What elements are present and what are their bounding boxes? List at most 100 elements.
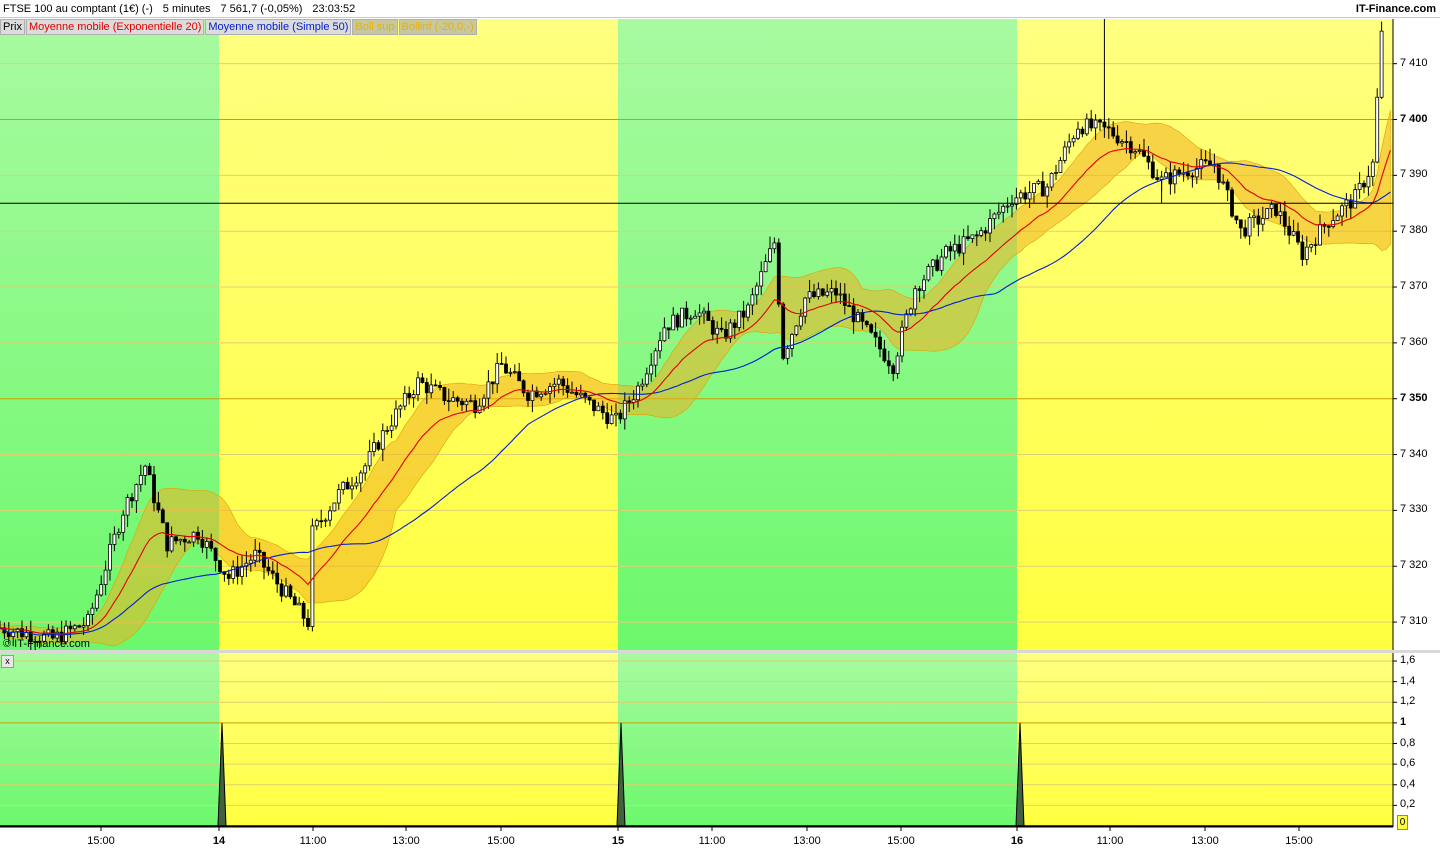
candle-body [614,412,618,416]
candle-body [213,547,218,562]
candle-body [992,213,997,220]
candle-body [231,566,236,579]
candle-body [961,236,966,254]
candle-body [754,285,759,296]
candle-body [460,400,464,406]
y-sub-tick-label: 1,6 [1400,654,1416,666]
candle-body [543,392,548,395]
candle [794,325,799,337]
candle-body [160,509,165,524]
x-tick-label: 13:00 [392,835,420,847]
candle-body [935,259,940,271]
candle-body [112,533,117,545]
candle-body [1111,127,1116,137]
candle-body [1331,220,1336,228]
candle-body [1106,126,1111,129]
candle-body [662,327,667,342]
candle-body [1375,96,1380,163]
candle-body [1067,141,1072,148]
close-subpanel-button[interactable]: x [1,655,14,668]
candle-body [420,377,425,383]
candle-body [1142,150,1146,157]
brand-label[interactable]: IT-Finance.com [1356,3,1436,15]
y-sub-tick-label: 0,4 [1400,777,1416,790]
candle-body [468,400,473,403]
candle-body [385,429,390,432]
candle-body [319,520,324,523]
x-tick-label: 11:00 [698,835,726,847]
candle-body [552,383,557,388]
legend-sma[interactable]: Moyenne mobile (Simple 50) [205,19,352,35]
candle [1379,21,1384,99]
candle-body [1128,141,1133,154]
candle-body [864,320,869,326]
candle-body [952,243,957,252]
candle-body [499,363,504,365]
candle-body [1084,118,1089,135]
candle-body [1137,150,1142,153]
candle-body [1362,182,1366,188]
y-main-tick-label: 7 340 [1400,447,1428,460]
candle-body [152,474,156,504]
candle-body [279,583,284,597]
legend-ema[interactable]: Moyenne mobile (Exponentielle 20) [25,19,205,35]
x-tick-label: 11:00 [1096,835,1124,847]
candle-body [341,481,346,490]
candle-body [103,569,108,586]
candle-body [411,394,416,398]
y-main-tick-label: 7 380 [1400,224,1428,237]
candle-body [715,327,720,335]
candle-body [680,307,684,328]
candle-body [1054,172,1058,174]
candle-body [125,497,130,516]
legend-boll-sup[interactable]: Boll sup [352,19,398,35]
x-tick-label: 13:00 [1191,835,1219,847]
candle-body [768,248,772,262]
candle-body [182,538,187,543]
y-sub-tick-label: 0,6 [1400,757,1416,770]
candle-body [1190,175,1195,178]
candle-body [605,412,610,424]
candle-body [134,484,139,502]
y-main-tick-label: 7 360 [1400,335,1428,348]
candle-body [394,408,398,427]
candle-body [398,405,403,410]
candle-body [658,340,662,352]
candle-body [1076,128,1080,139]
candle-body [781,303,786,359]
candle-body [957,243,962,254]
x-tick-label: 15:00 [87,835,115,847]
candle-body [1353,189,1358,209]
candle-body [336,489,341,504]
candle-body [812,291,816,297]
candle-body [838,293,843,296]
candle-body [438,385,442,388]
candle-body [1243,227,1248,237]
candle-body [1159,176,1164,180]
candle-body [908,308,913,315]
candle-body [636,385,640,401]
candle-body [1058,160,1063,173]
candle-body [922,279,926,291]
candle-body [130,497,134,502]
candle-body [451,397,456,402]
candle-body [1001,205,1006,213]
candle-body [829,288,834,293]
candle-body [169,536,174,552]
session-zones-sub [0,653,1393,826]
candle-body [1168,172,1173,185]
candle-body [1146,155,1151,163]
candle-body [1018,192,1023,199]
candle-body [121,514,126,533]
candle-body [178,538,183,542]
candle-body [640,383,645,387]
candle-body [706,310,711,321]
legend-prix[interactable]: Prix [0,19,25,35]
legend-boll-inf[interactable]: Bollinf (-20,0,-) [398,19,477,35]
candle-body [1049,173,1054,188]
candle-body [275,572,280,585]
y-main-tick-label: 7 330 [1400,503,1428,516]
candle-body [1269,203,1274,209]
candle-body [297,602,302,606]
candle-body [446,400,451,403]
